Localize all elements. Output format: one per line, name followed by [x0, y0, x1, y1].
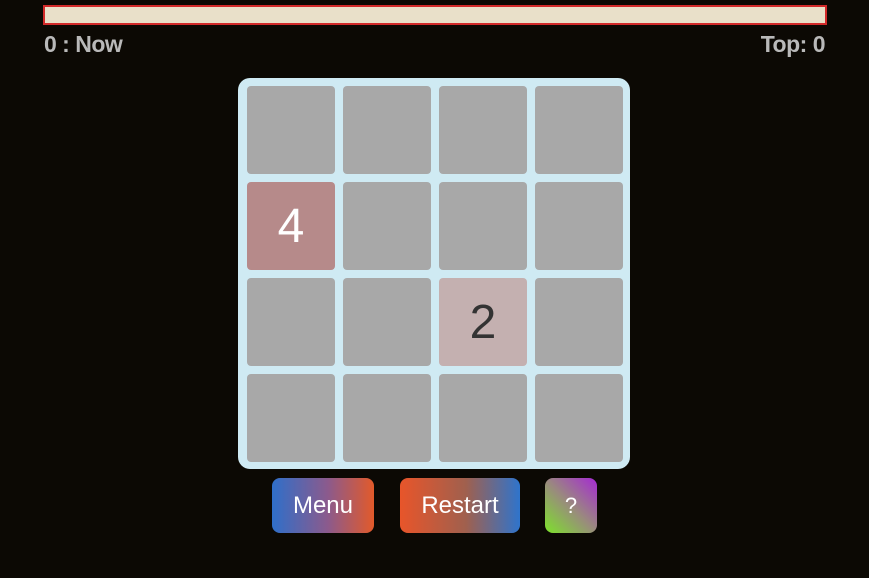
- help-button[interactable]: ?: [545, 478, 597, 533]
- game-board[interactable]: 42: [238, 78, 630, 469]
- game-screen: 0 : Now Top: 0 42 Menu Restart ?: [0, 0, 869, 578]
- restart-button[interactable]: Restart: [400, 478, 520, 533]
- board-cell: [535, 86, 623, 174]
- board-cell: [535, 182, 623, 270]
- board-cell: [535, 278, 623, 366]
- board-cell: [535, 374, 623, 462]
- board-cell: [247, 86, 335, 174]
- board-cell: [343, 182, 431, 270]
- progress-bar: [43, 5, 827, 25]
- tile-2: 2: [439, 278, 527, 366]
- top-score: Top: 0: [760, 31, 826, 57]
- board-cell: [247, 374, 335, 462]
- board-cell: [439, 86, 527, 174]
- board-cell: [343, 86, 431, 174]
- board-cell: [343, 278, 431, 366]
- board-cell: [343, 374, 431, 462]
- board-cell: [247, 278, 335, 366]
- tile-4: 4: [247, 182, 335, 270]
- board-cell: [439, 374, 527, 462]
- current-score: 0 : Now: [44, 31, 123, 57]
- board-cell: [439, 182, 527, 270]
- menu-button[interactable]: Menu: [272, 478, 374, 533]
